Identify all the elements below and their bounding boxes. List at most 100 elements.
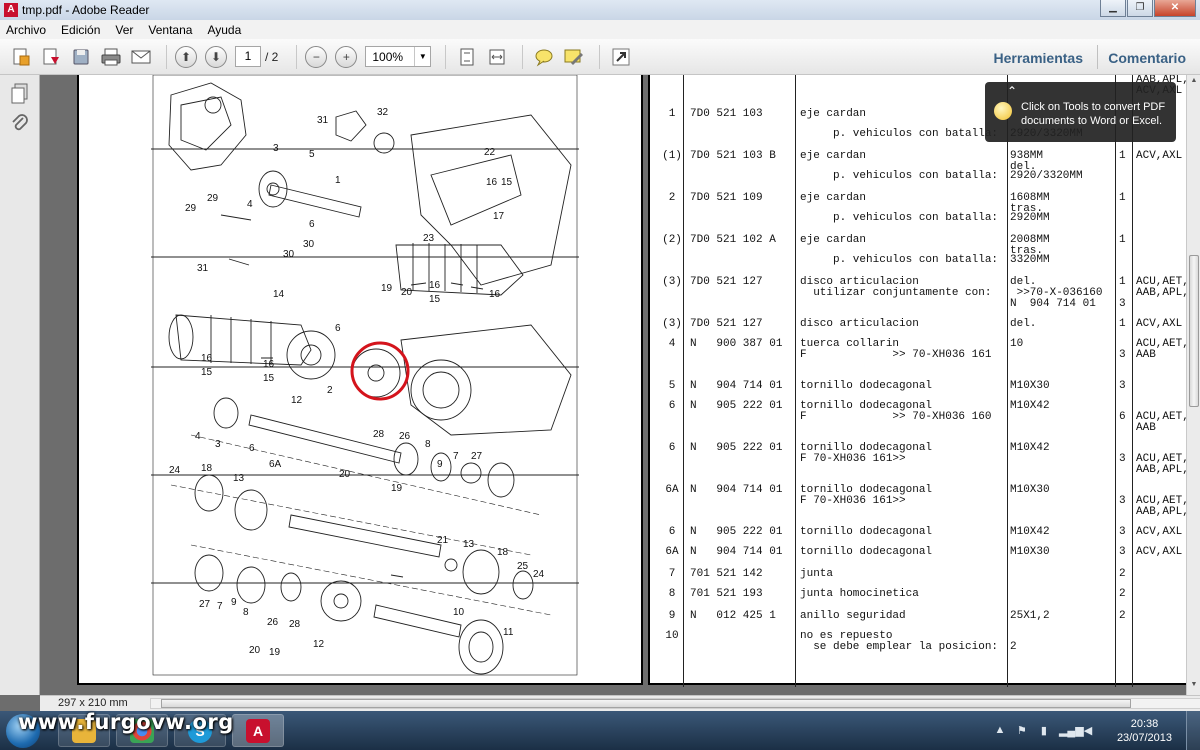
comment-note-icon[interactable]: [531, 45, 557, 69]
table-row: (1) 7D0 521 103 Beje cardan 938MM del. 1 ACV…: [650, 150, 1186, 182]
parts-cell-code: N 900 387 01: [690, 338, 783, 350]
toolbar-separator: [522, 44, 524, 69]
diagram-label: 26: [399, 431, 411, 442]
diagram-label: 14: [273, 289, 285, 300]
parts-cell-code: 7D0 521 109: [690, 192, 763, 204]
diagram-label: 28: [289, 619, 301, 630]
zoom-select[interactable]: 100% ▼: [365, 46, 432, 67]
network-signal-icon[interactable]: ▂▄▆: [1059, 724, 1084, 738]
parts-cell-qty: 3: [1119, 349, 1126, 361]
clock[interactable]: 20:38 23/07/2013: [1117, 717, 1172, 745]
parts-cell-desc: tornillo dodecagonal F 70-XH036 161>>: [800, 442, 933, 465]
chevron-down-icon[interactable]: ▼: [414, 47, 430, 66]
email-icon[interactable]: [128, 45, 154, 69]
table-row: 6A N 904 714 01 tornillo dodecagonal F 70-…: [650, 484, 1186, 518]
parts-cell-model: ACV,AXL: [1136, 318, 1183, 330]
previous-page-icon[interactable]: ⬆: [175, 45, 197, 68]
print-icon[interactable]: [98, 45, 124, 69]
page-thumbnails-icon[interactable]: [9, 83, 31, 105]
minimize-icon[interactable]: ▁: [1100, 0, 1126, 17]
parts-cell-model: ACU,AET, AAB,APL,: [1136, 495, 1186, 518]
show-desktop-button[interactable]: [1186, 711, 1200, 750]
parts-cell-code: N 904 714 01: [690, 484, 783, 496]
parts-cell-qty: 1: [1119, 150, 1126, 162]
parts-cell-spec: del.: [1010, 318, 1037, 330]
horizontal-scrollbar[interactable]: [150, 698, 1200, 709]
parts-cell-desc: disco articulacion: [800, 318, 919, 330]
menu-ayuda[interactable]: Ayuda: [207, 23, 241, 37]
menu-archivo[interactable]: Archivo: [6, 23, 46, 37]
diagram-label: 15: [429, 294, 441, 305]
parts-cell-pos: 8: [668, 588, 676, 600]
parts-cell-spec: M10X42: [1010, 442, 1050, 454]
scroll-down-icon[interactable]: ▼: [1189, 681, 1199, 691]
parts-cell-code: 7D0 521 103 B: [690, 150, 776, 162]
diagram-label: 20: [401, 287, 413, 298]
parts-cell-code: N 905 222 01: [690, 526, 783, 538]
comment-pane-link[interactable]: Comentario: [1108, 50, 1186, 66]
parts-cell-desc2: p. vehiculos con batalla:: [800, 128, 999, 140]
diagram-label: 13: [463, 539, 475, 550]
parts-cell-code: N 904 714 01: [690, 546, 783, 558]
expand-icon[interactable]: [608, 45, 634, 69]
vertical-scrollbar[interactable]: ▲ ▼: [1186, 75, 1200, 695]
diagram-label: 5: [309, 149, 315, 160]
next-page-icon[interactable]: ⬇: [205, 45, 227, 68]
parts-cell-desc2: p. vehiculos con batalla:: [800, 212, 999, 224]
toolbar-separator: [445, 44, 447, 69]
parts-cell-pos: 4: [668, 338, 676, 350]
diagram-label: 31: [317, 115, 329, 126]
window-controls: ▁ ❐ ✕: [1100, 0, 1196, 17]
parts-cell-pos: 10: [665, 630, 679, 642]
parts-cell-desc: disco articulacion utilizar conjuntament…: [800, 276, 992, 299]
taskbar-adobe-reader[interactable]: A: [232, 714, 284, 747]
diagram-label: 2: [327, 385, 333, 396]
tools-tooltip[interactable]: ⌃ Click on Tools to convert PDF document…: [985, 82, 1176, 142]
diagram-label: 11: [503, 627, 514, 638]
page-number-input[interactable]: 1: [235, 46, 261, 67]
tools-pane-link[interactable]: Herramientas: [994, 50, 1084, 66]
zoom-value: 100%: [372, 49, 404, 64]
fit-width-icon[interactable]: [484, 45, 510, 69]
document-viewport[interactable]: 31 32 3 5 1 22 16 15 29 4 6 17 29 30 30 …: [40, 75, 1186, 695]
battery-icon[interactable]: ▮: [1037, 724, 1051, 738]
parts-cell-pos: 6A: [665, 484, 679, 496]
chevron-up-icon[interactable]: ▲: [993, 724, 1007, 738]
parts-cell-code: 7D0 521 103: [690, 108, 763, 120]
diagram-label: 7: [453, 451, 459, 462]
create-pdf-icon[interactable]: [8, 45, 34, 69]
diagram-label: 23: [423, 233, 435, 244]
parts-cell-pos: (3): [662, 276, 682, 288]
parts-cell-model: ACV,AXL: [1136, 526, 1183, 538]
volume-icon[interactable]: ◀: [1081, 724, 1095, 738]
attachments-icon[interactable]: [9, 113, 31, 135]
highlight-pen-icon[interactable]: [561, 45, 587, 69]
combine-pdf-icon[interactable]: [38, 45, 64, 69]
menu-ventana[interactable]: Ventana: [148, 23, 192, 37]
zoom-in-icon[interactable]: +: [335, 45, 358, 68]
parts-cell-pos: 7: [668, 568, 676, 580]
close-icon[interactable]: ✕: [1154, 0, 1196, 17]
lightbulb-icon: [994, 102, 1012, 120]
parts-cell-pos: 6: [668, 442, 676, 454]
parts-cell-qty: 2: [1119, 588, 1126, 600]
flag-icon[interactable]: ⚑: [1015, 724, 1029, 738]
menu-edicion[interactable]: Edición: [61, 23, 100, 37]
zoom-out-icon[interactable]: −: [305, 45, 328, 68]
horizontal-scrollbar-thumb[interactable]: [161, 699, 1131, 708]
fit-page-icon[interactable]: [454, 45, 480, 69]
maximize-icon[interactable]: ❐: [1127, 0, 1153, 17]
diagram-label: 3: [273, 143, 279, 154]
diagram-label: 30: [283, 249, 295, 260]
diagram-label: 6: [249, 443, 255, 454]
save-icon[interactable]: [68, 45, 94, 69]
table-row: 6A N 904 714 01 tornillo dodecagonal M10X30…: [650, 547, 1186, 567]
scroll-up-icon[interactable]: ▲: [1189, 77, 1199, 87]
chevron-up-icon[interactable]: ⌃: [1007, 84, 1017, 98]
menu-ver[interactable]: Ver: [115, 23, 133, 37]
parts-cell-desc: eje cardan: [800, 234, 867, 246]
parts-cell-desc: no es repuesto se debe emplear la posici…: [800, 630, 999, 653]
parts-cell-qty: 2: [1119, 610, 1126, 622]
scrollbar-thumb[interactable]: [1189, 255, 1199, 407]
parts-cell-code: N 904 714 01: [690, 380, 783, 392]
